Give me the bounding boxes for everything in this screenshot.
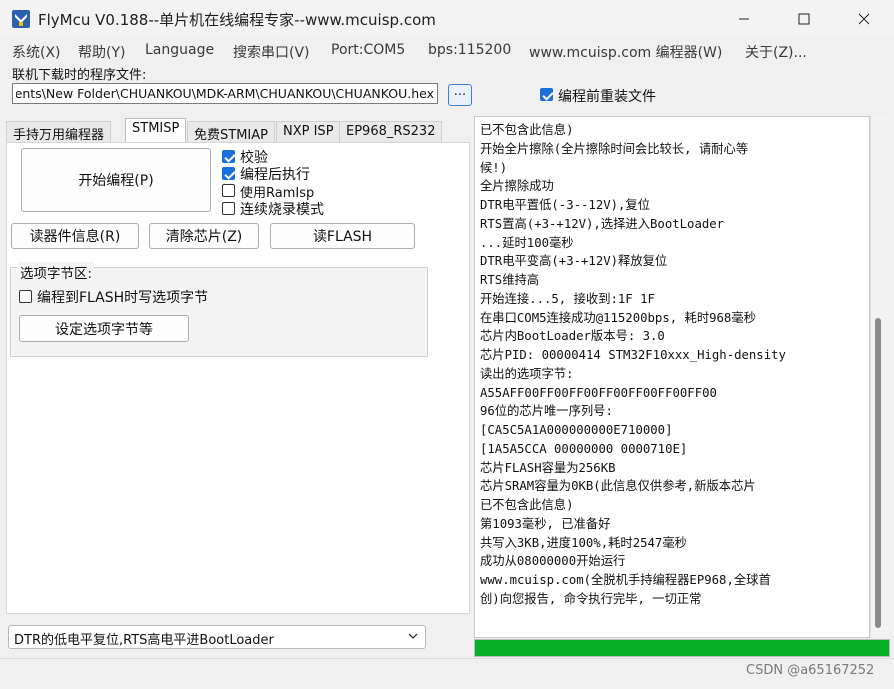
log-line: 在串口COM5连接成功@115200bps, 耗时968毫秒 [480,310,756,325]
log-line: RTS置高(+3-+12V),选择进入BootLoader [480,216,725,231]
option-bytes-title: 选项字节区: [18,262,95,282]
read-device-info-button[interactable]: 读器件信息(R) [11,223,139,249]
erase-chip-button[interactable]: 清除芯片(Z) [149,223,259,249]
log-line: [CA5C5A1A000000000E710000] [480,423,673,437]
minimize-button[interactable] [714,0,774,38]
log-output[interactable]: 已不包含此信息) 开始全片擦除(全片擦除时间会比较长, 请耐心等 候!) 全片擦除成功… [474,116,870,638]
log-line: 芯片内BootLoader版本号: 3.0 [480,329,665,344]
log-line: DTR电平置低(-3--12V),复位 [480,198,651,212]
log-line: 全片擦除成功 [480,179,554,194]
tab-ep968-rs232[interactable]: EP968_RS232 [339,121,443,142]
verify-checkbox[interactable] [222,150,235,163]
menu-search-port[interactable]: 搜索串口(V) [233,42,310,62]
log-line: 成功从08000000开始运行 [480,554,626,569]
set-option-bytes-button[interactable]: 设定选项字节等 [19,315,189,342]
log-line: 创)向您报告, 命令执行完毕, 一切正常 [480,591,702,606]
chevron-down-icon [406,629,420,643]
log-line: DTR电平变高(+3-+12V)释放复位 [480,254,668,269]
log-line: 芯片PID: 00000414 STM32F10xxx_High-density [480,348,786,362]
log-scrollbar-thumb[interactable] [875,318,881,628]
write-option-bytes-label: 编程到FLASH时写选项字节 [37,290,209,306]
reset-mode-select[interactable]: DTR的低电平复位,RTS高电平进BootLoader [8,625,426,649]
log-line: www.mcuisp.com(全脱机手持编程器EP968,全球首 [480,573,771,587]
menu-programmer[interactable]: www.mcuisp.com 编程器(W) [529,42,722,62]
close-button[interactable] [834,0,894,38]
reload-before-program-label: 编程前重装文件 [558,89,656,105]
log-line: 开始全片擦除(全片擦除时间会比较长, 请耐心等 [480,141,749,156]
log-line: 芯片SRAM容量为0KB(此信息仅供参考,新版本芯片 [480,479,756,494]
menu-about[interactable]: 关于(Z)... [745,42,807,62]
progress-bar-fill [475,640,889,656]
start-programming-button[interactable]: 开始编程(P) [21,148,211,212]
maximize-button[interactable] [774,0,834,38]
log-line: A55AFF00FF00FF00FF00FF00FF00FF00 [480,385,717,400]
tab-handheld-programmer[interactable]: 手持万用编程器 [6,121,112,143]
reload-before-program-checkbox[interactable] [540,88,553,101]
continuous-burn-checkbox[interactable] [222,202,235,215]
log-line: [1A5A5CCA 00000000 0000710E] [480,441,688,456]
read-flash-button[interactable]: 读FLASH [270,223,415,249]
menu-port[interactable]: Port:COM5 [331,42,405,58]
log-line: RTS维持高 [480,273,540,287]
run-after-program-checkbox[interactable] [222,167,235,180]
log-line: 已不包含此信息) [480,123,574,137]
menu-help[interactable]: 帮助(Y) [78,42,125,62]
continuous-burn-label: 连续烧录模式 [240,202,324,218]
log-line: 共写入3KB,进度100%,耗时2547毫秒 [480,535,687,550]
browse-file-button[interactable]: ... [448,84,472,106]
log-line: 96位的芯片唯一序列号: [480,404,613,419]
log-line: 候!) [480,160,508,175]
tab-stmiap[interactable]: 免费STMIAP [187,121,275,143]
watermark-text: CSDN @a65167252 [746,663,875,678]
tab-nxp-isp[interactable]: NXP ISP [276,121,341,142]
menu-language[interactable]: Language [145,42,214,58]
run-after-program-label: 编程后执行 [240,167,310,183]
tab-stmisp[interactable]: STMISP [125,118,187,143]
menu-bar: 系统(X) 帮助(Y) Language 搜索串口(V) Port:COM5 b… [0,38,894,62]
stmisp-tab-panel [6,142,470,614]
log-line: 读出的选项字节: [480,366,574,381]
flymcu-app-icon [12,10,30,28]
log-line: 第1093毫秒, 已准备好 [480,516,611,531]
log-line: 已不包含此信息) [480,498,574,512]
menu-system[interactable]: 系统(X) [12,42,61,62]
log-line: 芯片FLASH容量为256KB [480,460,616,475]
log-line: ...延时100毫秒 [480,235,574,250]
program-file-label: 联机下载时的程序文件: [12,68,147,83]
program-file-path-input[interactable] [12,83,438,104]
log-line: 开始连接...5, 接收到:1F 1F [480,291,655,306]
menu-baud-rate[interactable]: bps:115200 [428,42,511,58]
log-lines: 已不包含此信息) 开始全片擦除(全片擦除时间会比较长, 请耐心等 候!) 全片擦除成功… [480,121,866,609]
write-option-bytes-checkbox[interactable] [19,290,32,303]
use-ramisp-checkbox[interactable] [222,184,235,197]
window-title: FlyMcu V0.188--单片机在线编程专家--www.mcuisp.com [38,11,436,29]
